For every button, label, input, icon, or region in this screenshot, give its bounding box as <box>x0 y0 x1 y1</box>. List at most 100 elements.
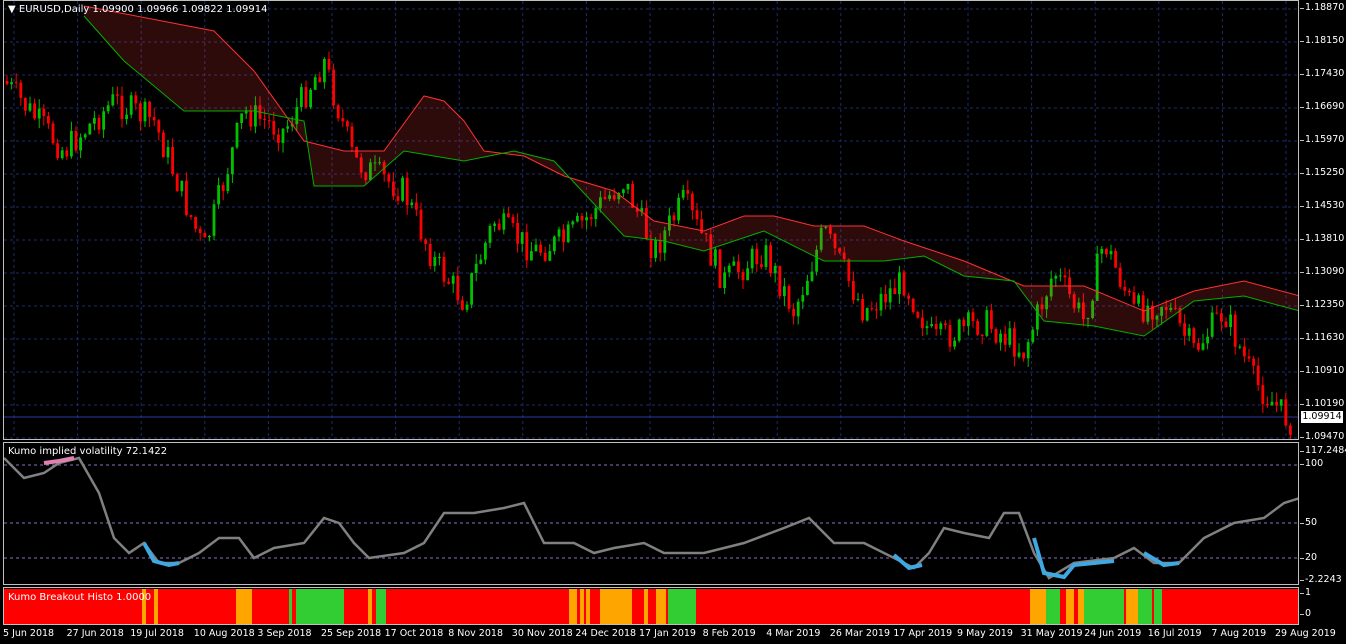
candle-body <box>755 248 759 265</box>
volatility-canvas <box>4 456 1298 580</box>
histo-bar <box>289 589 292 624</box>
date-tick: 17 Oct 2018 <box>384 628 444 639</box>
volatility-tick: 117.2484 <box>1299 445 1346 456</box>
volatility-axis[interactable]: 117.2484 100 50 20 -2.2243 <box>1299 442 1346 585</box>
date-tick: 17 Jan 2019 <box>639 628 696 639</box>
candle-body <box>792 308 795 317</box>
candle-body <box>10 82 13 85</box>
candle-body <box>939 323 943 330</box>
candle-body <box>313 77 317 90</box>
candle-body <box>1289 425 1292 435</box>
candle-body <box>198 228 202 234</box>
price-chart-pane[interactable]: ▼ EURUSD,Daily 1.09900 1.09966 1.09822 1… <box>3 0 1299 440</box>
candle-body <box>773 265 777 274</box>
date-tick: 30 Nov 2018 <box>511 628 573 639</box>
candle-body <box>451 275 455 284</box>
candle-body <box>5 81 9 85</box>
current-price-label: 1.09914 <box>1301 411 1343 423</box>
candle-body <box>994 328 998 343</box>
candle-body <box>231 147 234 175</box>
histo-bar <box>656 589 666 624</box>
histo-bar <box>580 589 584 624</box>
candle-body <box>870 308 874 310</box>
volatility-pane[interactable]: Kumo implied volatility 72.1422 <box>3 442 1299 585</box>
candle-body <box>677 197 680 221</box>
candle-body <box>810 271 814 281</box>
candle-body <box>1008 328 1012 345</box>
candle-body <box>318 77 322 83</box>
candle-body <box>171 147 174 175</box>
candle-body <box>953 340 956 347</box>
candle-body <box>787 286 791 309</box>
price-tick: 1.13810 <box>1299 233 1345 244</box>
histo-bar <box>296 589 344 624</box>
time-axis[interactable]: 5 Jun 2018 27 Jun 2018 19 Jul 2018 10 Aug 2… <box>0 626 1346 644</box>
candle-body <box>921 317 924 329</box>
candle-body <box>962 319 966 327</box>
histo-bar <box>1126 589 1138 624</box>
candle-body <box>875 309 878 311</box>
candle-body <box>14 82 18 84</box>
candle-body <box>980 334 984 336</box>
candle-body <box>479 259 483 264</box>
candle-body <box>341 118 345 122</box>
candle-body <box>162 132 165 158</box>
candle-body <box>97 117 101 130</box>
breakout-histo-pane[interactable]: Kumo Breakout Histo 1.0000 <box>3 587 1299 625</box>
price-tick: 1.14530 <box>1299 200 1345 211</box>
candle-body <box>497 223 501 230</box>
candle-body <box>718 249 722 288</box>
collapse-triangle-icon[interactable]: ▼ <box>8 4 16 15</box>
candle-body <box>1114 251 1117 268</box>
candle-body <box>272 121 276 135</box>
candle-body <box>594 208 598 219</box>
candle-body <box>415 202 418 210</box>
candle-body <box>681 190 685 198</box>
candle-body <box>934 324 938 330</box>
histo-axis[interactable]: 10 <box>1299 587 1346 625</box>
candle-body <box>580 215 584 221</box>
candle-body <box>129 95 133 115</box>
candle-body <box>447 281 450 284</box>
candle-body <box>723 272 726 288</box>
price-tick: 1.15250 <box>1299 167 1345 178</box>
candle-body <box>1192 328 1196 344</box>
candle-body <box>847 259 851 281</box>
candle-body <box>1017 352 1021 357</box>
candle-body <box>562 229 565 243</box>
candle-body <box>1109 251 1113 255</box>
candle-body <box>520 232 524 244</box>
candle-body <box>999 333 1002 343</box>
candle-body <box>1187 328 1191 336</box>
candle-body <box>134 95 138 104</box>
date-tick: 5 Jun 2018 <box>3 628 55 639</box>
volatility-tick: 20 <box>1299 552 1318 563</box>
candle-body <box>396 196 400 201</box>
candle-body <box>1266 404 1269 406</box>
candle-body <box>944 323 947 326</box>
candle-body <box>1243 346 1246 357</box>
date-tick: 26 Mar 2019 <box>829 628 891 639</box>
candle-body <box>1284 399 1288 426</box>
candle-body <box>778 265 782 297</box>
candle-body <box>401 177 404 201</box>
candle-body <box>516 222 519 244</box>
candle-body <box>212 204 216 236</box>
candle-body <box>189 215 193 218</box>
candle-body <box>925 326 929 329</box>
candle-body <box>1247 356 1251 359</box>
candle-body <box>888 288 892 303</box>
candle-body <box>327 59 331 70</box>
candle-body <box>433 257 437 266</box>
price-tick: 1.10190 <box>1299 398 1345 409</box>
candle-body <box>911 298 915 312</box>
candle-body <box>1206 336 1209 344</box>
candle-body <box>907 295 910 299</box>
candle-body <box>336 105 340 119</box>
candle-body <box>801 295 805 302</box>
price-axis[interactable]: 1.18870 1.18150 1.17430 1.16690 1.15970 1.152… <box>1299 0 1346 442</box>
volatility-tick: 50 <box>1299 517 1318 528</box>
candle-body <box>1275 401 1278 406</box>
candle-body <box>424 239 427 244</box>
candle-body <box>235 122 239 148</box>
